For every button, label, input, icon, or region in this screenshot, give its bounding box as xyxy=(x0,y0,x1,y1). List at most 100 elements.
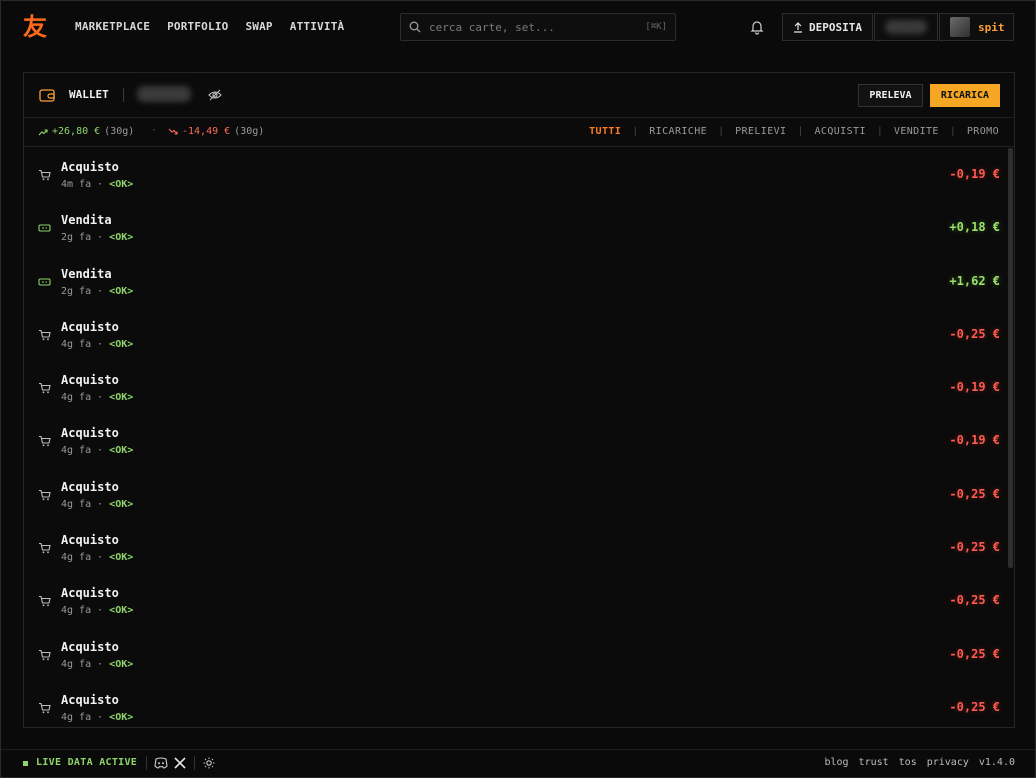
upload-icon xyxy=(794,21,802,33)
brand-logo[interactable]: 友 xyxy=(23,13,47,41)
footer-links: blog trust tos privacy v1.4.0 xyxy=(824,757,1015,768)
transaction-meta: 4g fa · <OK> xyxy=(61,445,134,457)
cart-icon xyxy=(38,649,51,661)
transaction-amount: -0,25 € xyxy=(949,593,1000,608)
transaction-amount: -0,25 € xyxy=(949,326,1000,341)
filter-tabs: TUTTI | RICARICHE | PRELIEVI | ACQUISTI … xyxy=(589,126,999,137)
cart-icon xyxy=(38,435,51,447)
scrollbar[interactable] xyxy=(1008,148,1013,568)
cart-icon xyxy=(38,489,51,501)
transaction-row[interactable]: Acquisto 4g fa · <OK> -0,25 € xyxy=(24,681,1014,727)
transaction-status: <OK> xyxy=(109,179,134,190)
cart-icon xyxy=(38,595,51,607)
ticket-icon xyxy=(38,222,51,234)
footer-link-blog[interactable]: blog xyxy=(824,757,848,768)
transaction-amount: -0,19 € xyxy=(949,380,1000,395)
transaction-time: 4g fa xyxy=(61,338,92,350)
footer-link-trust[interactable]: trust xyxy=(859,757,889,768)
filter-separator: | xyxy=(876,126,883,137)
cart-icon xyxy=(38,169,51,181)
filter-ricariche[interactable]: RICARICHE xyxy=(649,126,707,137)
divider xyxy=(194,756,195,770)
bell-icon[interactable] xyxy=(750,19,764,35)
nav-marketplace[interactable]: MARKETPLACE xyxy=(75,20,150,33)
transaction-row[interactable]: Acquisto 4g fa · <OK> -0,25 € xyxy=(24,308,1014,361)
nav-attivita[interactable]: ATTIVITÀ xyxy=(290,20,345,33)
expense-amount: -14,49 € xyxy=(182,126,231,137)
transaction-type: Acquisto xyxy=(61,319,119,334)
footer-link-tos[interactable]: tos xyxy=(899,757,917,768)
blurred-value xyxy=(137,86,191,102)
header-balance-hidden[interactable] xyxy=(874,13,938,41)
filter-separator: | xyxy=(797,126,804,137)
transaction-type: Vendita xyxy=(61,213,112,228)
footer-link-privacy[interactable]: privacy xyxy=(927,757,969,768)
transaction-meta: 2g fa · <OK> xyxy=(61,285,134,297)
transaction-row[interactable]: Vendita 2g fa · <OK> +1,62 € xyxy=(24,255,1014,308)
filter-vendite[interactable]: VENDITE xyxy=(894,126,939,137)
recharge-button[interactable]: RICARICA xyxy=(930,84,1000,107)
filter-acquisti[interactable]: ACQUISTI xyxy=(815,126,866,137)
transaction-row[interactable]: Acquisto 4g fa · <OK> -0,25 € xyxy=(24,574,1014,627)
transaction-amount: +0,18 € xyxy=(949,220,1000,235)
transaction-row[interactable]: Acquisto 4m fa · <OK> -0,19 € xyxy=(24,148,1014,201)
transaction-time: 4g fa xyxy=(61,711,92,723)
live-indicator-dot xyxy=(23,761,28,766)
search-input[interactable]: cerca carte, set... [⌘K] xyxy=(400,13,676,41)
x-twitter-icon[interactable] xyxy=(174,757,186,769)
nav-portfolio[interactable]: PORTFOLIO xyxy=(167,20,228,33)
blurred-value xyxy=(885,20,927,34)
filter-prelievi[interactable]: PRELIEVI xyxy=(735,126,786,137)
transaction-time: 4g fa xyxy=(61,552,92,564)
app-version: v1.4.0 xyxy=(978,757,1015,768)
transaction-meta: 4g fa · <OK> xyxy=(61,711,134,723)
trend-up-icon xyxy=(38,128,48,135)
live-status: LIVE DATA ACTIVE xyxy=(36,757,138,768)
transaction-row[interactable]: Vendita 2g fa · <OK> +0,18 € xyxy=(24,201,1014,254)
transaction-time: 4g fa xyxy=(61,445,92,457)
wallet-balance-hidden xyxy=(137,86,193,104)
wallet-header: WALLET PRELEVA RICARICA xyxy=(24,73,1014,118)
filter-promo[interactable]: PROMO xyxy=(967,126,999,137)
transaction-row[interactable]: Acquisto 4g fa · <OK> -0,25 € xyxy=(24,628,1014,681)
main-nav: MARKETPLACE PORTFOLIO SWAP ATTIVITÀ xyxy=(75,20,361,33)
expense-period: (30g) xyxy=(234,126,265,137)
discord-icon[interactable] xyxy=(154,757,168,769)
transaction-type: Acquisto xyxy=(61,426,119,441)
transaction-status: <OK> xyxy=(109,392,134,404)
nav-swap[interactable]: SWAP xyxy=(245,20,272,33)
transaction-row[interactable]: Acquisto 4g fa · <OK> -0,25 € xyxy=(24,521,1014,574)
transaction-row[interactable]: Acquisto 4g fa · <OK> -0,19 € xyxy=(24,361,1014,414)
income-stat: +26,80 € (30g) xyxy=(38,126,134,137)
transaction-row[interactable]: Acquisto 4g fa · <OK> -0,25 € xyxy=(24,468,1014,521)
transaction-status: <OK> xyxy=(109,711,134,723)
transaction-meta: 4g fa · <OK> xyxy=(61,605,134,617)
transaction-status: <OK> xyxy=(109,232,134,244)
deposit-button[interactable]: DEPOSITA xyxy=(782,13,873,41)
transaction-time: 4g fa xyxy=(61,498,92,510)
transaction-type: Acquisto xyxy=(61,533,119,548)
user-menu[interactable]: spit xyxy=(939,13,1014,41)
search-icon xyxy=(409,21,421,33)
cart-icon xyxy=(38,382,51,394)
withdraw-button[interactable]: PRELEVA xyxy=(858,84,923,107)
transaction-meta: 4g fa · <OK> xyxy=(61,338,134,350)
transaction-time: 2g fa xyxy=(61,232,92,244)
transaction-time: 2g fa xyxy=(61,285,92,297)
transaction-row[interactable]: Acquisto 4g fa · <OK> -0,19 € xyxy=(24,414,1014,467)
sun-icon[interactable] xyxy=(203,757,215,769)
transaction-list: Acquisto 4m fa · <OK> -0,19 € Vendita 2g fa … xyxy=(24,148,1014,727)
filter-separator: | xyxy=(718,126,725,137)
transaction-time: 4g fa xyxy=(61,658,92,670)
transaction-amount: -0,25 € xyxy=(949,540,1000,555)
transaction-status: <OK> xyxy=(109,285,134,297)
cart-icon xyxy=(38,329,51,341)
trend-down-icon xyxy=(168,128,178,135)
eye-off-icon[interactable] xyxy=(208,88,222,102)
filter-tutti[interactable]: TUTTI xyxy=(589,126,621,137)
wallet-panel: WALLET PRELEVA RICARICA +26,80 € (30g) ·… xyxy=(23,72,1015,728)
transaction-meta: 4g fa · <OK> xyxy=(61,392,134,404)
transaction-amount: -0,19 € xyxy=(949,433,1000,448)
income-period: (30g) xyxy=(104,126,135,137)
stats-bar: +26,80 € (30g) · -14,49 € (30g) TUTTI | … xyxy=(24,118,1014,147)
